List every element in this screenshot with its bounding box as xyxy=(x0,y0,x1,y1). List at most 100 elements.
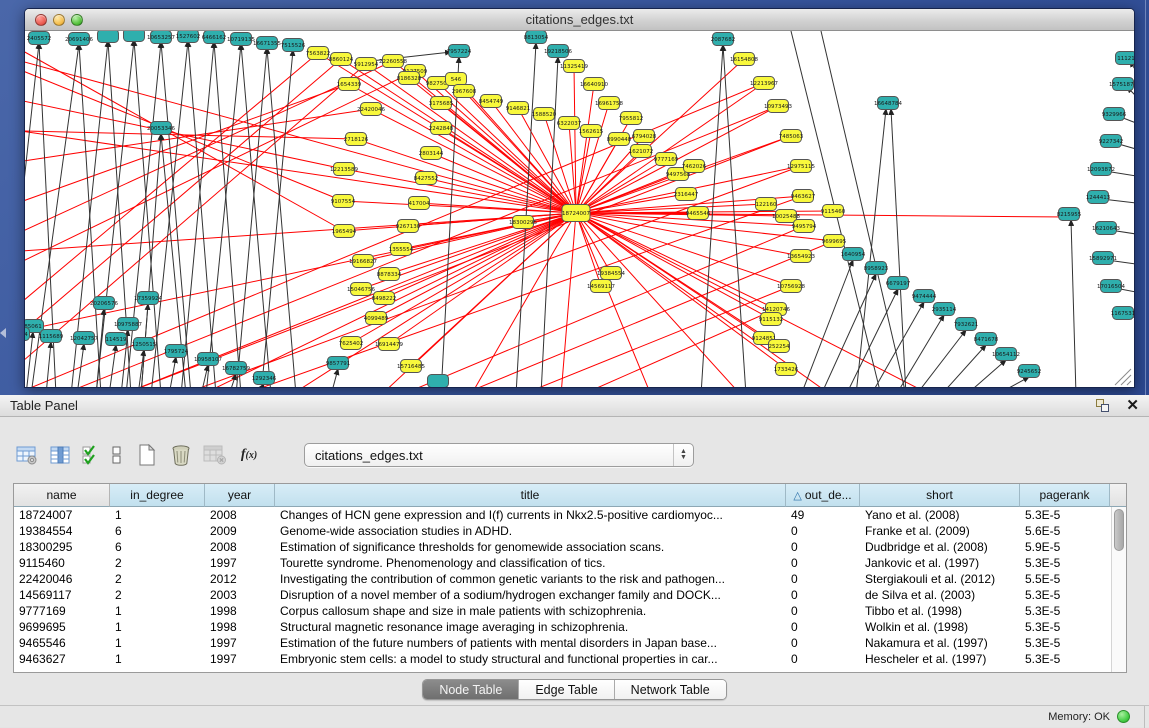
network-node[interactable]: 2718126 xyxy=(344,133,369,146)
table-cell[interactable]: 9463627 xyxy=(14,651,110,667)
network-node[interactable]: 1640954 xyxy=(841,248,866,261)
network-node[interactable]: 10654112 xyxy=(992,348,1020,361)
network-node[interactable]: 9495794 xyxy=(792,220,817,233)
minimize-window-icon[interactable] xyxy=(53,14,65,26)
network-node[interactable]: 546 xyxy=(446,73,467,86)
network-node[interactable]: 16671355 xyxy=(253,37,281,50)
network-node[interactable]: 13654923 xyxy=(787,250,815,263)
resize-grip-icon[interactable] xyxy=(1115,369,1131,385)
network-node[interactable]: 12042757 xyxy=(70,332,98,345)
network-node[interactable]: 8958923 xyxy=(864,262,889,275)
unassigned-rows-icon[interactable] xyxy=(108,443,126,467)
network-node[interactable]: 2087682 xyxy=(711,33,736,46)
table-settings-icon[interactable] xyxy=(14,443,40,467)
float-panel-icon[interactable] xyxy=(1096,399,1110,412)
table-cell[interactable]: Estimation of significance thresholds fo… xyxy=(275,539,786,555)
table-cell[interactable]: Embryonic stem cells: a model to study s… xyxy=(275,651,786,667)
table-cell[interactable]: 9699695 xyxy=(14,619,110,635)
table-cell[interactable]: 19384554 xyxy=(14,523,110,539)
network-node[interactable]: 4099489 xyxy=(364,312,389,325)
table-cell[interactable]: 1997 xyxy=(205,635,275,651)
table-cell[interactable]: Dudbridge et al. (2008) xyxy=(860,539,1020,555)
table-row[interactable]: 2242004622012Investigating the contribut… xyxy=(14,571,1126,587)
network-node[interactable]: 6679197 xyxy=(886,277,911,290)
network-node[interactable]: 7515526 xyxy=(281,39,306,52)
table-cell[interactable]: 5.3E-5 xyxy=(1020,587,1110,603)
table-cell[interactable]: Tourette syndrome. Phenomenology and cla… xyxy=(275,555,786,571)
table-row[interactable]: 911546021997Tourette syndrome. Phenomeno… xyxy=(14,555,1126,571)
network-node[interactable]: 9227342 xyxy=(1099,135,1124,148)
network-node[interactable] xyxy=(124,31,145,42)
network-node[interactable]: 12093872 xyxy=(1087,163,1115,176)
table-cell[interactable]: 0 xyxy=(786,619,860,635)
network-node[interactable]: 10958107 xyxy=(194,353,222,366)
network-node[interactable]: 9474444 xyxy=(912,290,937,303)
column-header-in_degree[interactable]: in_degree xyxy=(110,484,205,507)
table-row[interactable]: 1872400712008Changes of HCN gene express… xyxy=(14,507,1126,523)
network-node[interactable]: 10719135 xyxy=(227,33,255,46)
table-cell[interactable]: de Silva et al. (2003) xyxy=(860,587,1020,603)
close-panel-icon[interactable]: ✕ xyxy=(1126,399,1139,413)
network-node[interactable]: 3175685 xyxy=(429,97,454,110)
table-cell[interactable]: 5.6E-5 xyxy=(1020,523,1110,539)
network-node[interactable]: 18300295 xyxy=(509,216,537,229)
network-node[interactable]: 2803144 xyxy=(419,147,444,160)
table-row[interactable]: 969969511998Structural magnetic resonanc… xyxy=(14,619,1126,635)
network-node[interactable]: 9699695 xyxy=(822,235,847,248)
network-node[interactable]: 252254 xyxy=(769,340,790,353)
table-cell[interactable]: 14569117 xyxy=(14,587,110,603)
function-builder-icon[interactable]: f(x) xyxy=(236,443,262,467)
network-node[interactable]: 19384554 xyxy=(597,267,625,280)
table-cell[interactable]: Nakamura et al. (1997) xyxy=(860,635,1020,651)
column-header-pagerank[interactable]: pagerank xyxy=(1020,484,1110,507)
network-node[interactable]: 1527602 xyxy=(176,31,201,43)
table-cell[interactable]: 5.5E-5 xyxy=(1020,571,1110,587)
select-rows-icon[interactable] xyxy=(82,443,100,467)
table-cell[interactable]: 0 xyxy=(786,571,860,587)
network-node[interactable]: 10973493 xyxy=(764,100,792,113)
network-node[interactable]: 1292346 xyxy=(252,372,277,385)
table-cell[interactable]: 6 xyxy=(110,539,205,555)
network-node[interactable]: 9463627 xyxy=(791,190,816,203)
network-node[interactable]: 12213589 xyxy=(330,163,358,176)
table-cell[interactable]: 0 xyxy=(786,555,860,571)
network-node[interactable]: 6322037 xyxy=(557,117,582,130)
table-cell[interactable]: 5.3E-5 xyxy=(1020,555,1110,571)
table-cell[interactable]: 0 xyxy=(786,587,860,603)
table-cell[interactable]: 2008 xyxy=(205,539,275,555)
table-cell[interactable]: 49 xyxy=(786,507,860,523)
network-node[interactable]: 14569117 xyxy=(587,280,615,293)
column-header-year[interactable]: year xyxy=(205,484,275,507)
delete-column-icon[interactable] xyxy=(168,443,194,467)
new-column-icon[interactable] xyxy=(134,443,160,467)
network-node[interactable]: 7957224 xyxy=(447,45,472,58)
table-row[interactable]: 946362711997Embryonic stem cells: a mode… xyxy=(14,651,1126,667)
network-node[interactable]: 1562615 xyxy=(579,125,604,138)
network-node[interactable]: 20053346 xyxy=(147,122,175,135)
network-node[interactable]: 9857791 xyxy=(326,357,351,370)
table-row[interactable]: 977716911998Corpus callosum shape and si… xyxy=(14,603,1126,619)
table-cell[interactable]: 2009 xyxy=(205,523,275,539)
network-node[interactable]: 2316447 xyxy=(674,188,699,201)
table-cell[interactable]: 5.3E-5 xyxy=(1020,619,1110,635)
memory-ok-indicator-icon[interactable] xyxy=(1117,710,1130,723)
network-node[interactable]: 22420046 xyxy=(357,103,385,116)
network-node[interactable]: 12975115 xyxy=(787,160,815,173)
table-cell[interactable]: 0 xyxy=(786,635,860,651)
network-node[interactable]: 11121 xyxy=(1116,52,1135,65)
network-node[interactable]: 16648784 xyxy=(874,97,902,110)
network-node[interactable]: 1588520 xyxy=(532,108,557,121)
network-node[interactable]: 19218506 xyxy=(544,45,572,58)
table-cell[interactable]: 18724007 xyxy=(14,507,110,523)
network-node[interactable]: 20206576 xyxy=(90,297,118,310)
network-node[interactable]: 7932621 xyxy=(954,318,979,331)
network-node[interactable]: 7563822 xyxy=(306,47,331,60)
network-node[interactable]: 9267130 xyxy=(396,220,421,233)
network-node[interactable]: 15751874 xyxy=(1109,78,1134,91)
network-node[interactable]: 11325419 xyxy=(560,60,588,73)
network-node[interactable]: 1244413 xyxy=(1086,191,1111,204)
network-node[interactable]: 1621072 xyxy=(629,145,654,158)
network-node[interactable]: 9107554 xyxy=(331,195,356,208)
table-cell[interactable]: 9777169 xyxy=(14,603,110,619)
table-cell[interactable]: 5.3E-5 xyxy=(1020,507,1110,523)
